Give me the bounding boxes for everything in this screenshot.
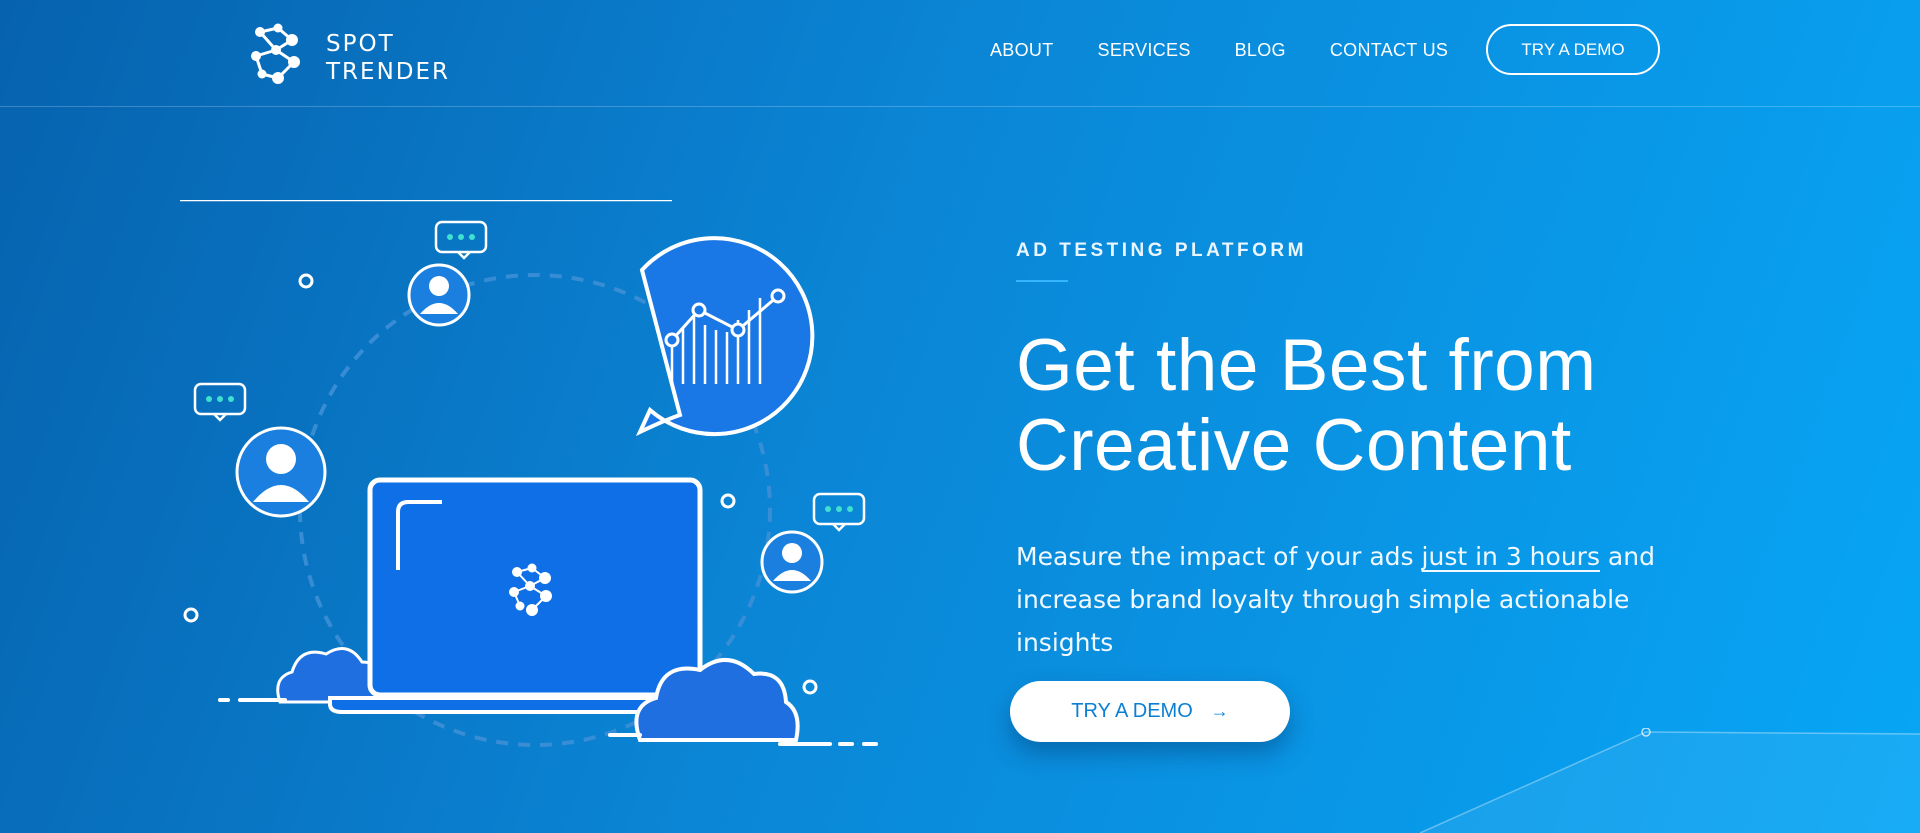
- brand-line-1: SPOT: [326, 31, 395, 57]
- subtitle-highlight-link[interactable]: just in 3 hours: [1422, 542, 1600, 571]
- network-logo-icon: [251, 23, 300, 84]
- nav-about[interactable]: ABOUT: [990, 38, 1054, 62]
- decor-dot: [720, 493, 736, 509]
- user-avatar-icon: [407, 263, 471, 327]
- decor-polygon: [1420, 728, 1920, 833]
- hero-content: AD TESTING PLATFORM Get the Best from Cr…: [1016, 240, 1736, 689]
- hero-try-demo-button[interactable]: TRY A DEMO →: [1010, 681, 1290, 742]
- nav-blog[interactable]: BLOG: [1235, 38, 1286, 62]
- main-nav: ABOUT SERVICES BLOG CONTACT US: [990, 38, 1492, 62]
- brand-line-2: TRENDER: [326, 59, 450, 85]
- hero-headline: Get the Best from Creative Content: [1016, 326, 1736, 486]
- user-avatar-icon: [235, 426, 327, 518]
- brand-logo[interactable]: SPOT TRENDER: [248, 22, 468, 86]
- headline-line-1: Get the Best from: [1016, 325, 1597, 406]
- decor-dot: [183, 607, 199, 623]
- user-avatar-icon: [760, 530, 824, 594]
- hero-illustration: [180, 200, 878, 747]
- brand-wordmark: SPOT TRENDER: [326, 30, 450, 86]
- analytics-bubble-icon: [180, 200, 815, 437]
- header-try-demo-button[interactable]: TRY A DEMO: [1486, 24, 1660, 75]
- decor-dot: [298, 273, 314, 289]
- nav-services[interactable]: SERVICES: [1098, 38, 1191, 62]
- hero-kicker: AD TESTING PLATFORM: [1016, 240, 1307, 261]
- headline-line-2: Creative Content: [1016, 405, 1572, 486]
- arrow-right-icon: →: [1210, 701, 1229, 721]
- site-header: SPOT TRENDER ABOUT SERVICES BLOG CONTACT…: [0, 0, 1920, 107]
- cta-label: TRY A DEMO: [1071, 700, 1193, 722]
- hero-subtitle: Measure the impact of your ads just in 3…: [1016, 535, 1716, 664]
- nav-contact-us[interactable]: CONTACT US: [1330, 38, 1448, 62]
- kicker-underline: [1016, 280, 1068, 282]
- decor-dot: [802, 679, 818, 695]
- subtitle-prefix: Measure the impact of your ads: [1016, 541, 1422, 571]
